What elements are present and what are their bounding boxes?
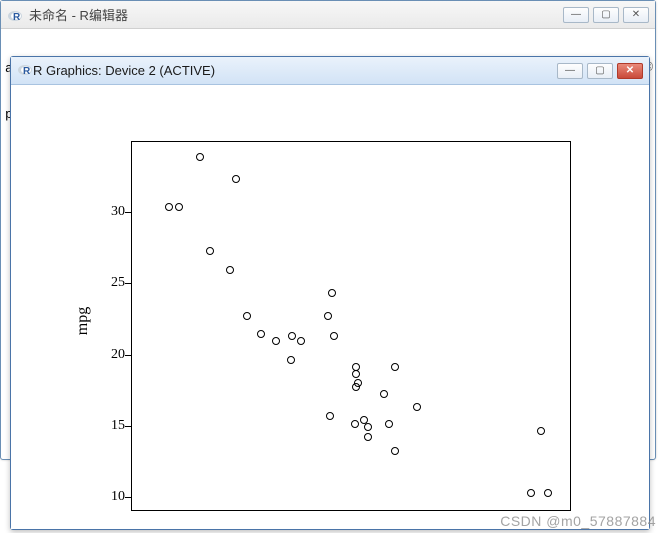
data-point (351, 420, 359, 428)
data-point (196, 153, 204, 161)
y-tick-mark (125, 355, 131, 356)
editor-maximize-button[interactable]: ▢ (593, 7, 619, 23)
plot-wrap: mpg 10 15 20 25 30 (61, 121, 591, 521)
close-icon: ✕ (632, 9, 640, 20)
graphics-titlebar[interactable]: R R Graphics: Device 2 (ACTIVE) — ▢ ✕ (11, 57, 649, 85)
data-point (165, 203, 173, 211)
y-tick-mark (125, 426, 131, 427)
graphics-window: R R Graphics: Device 2 (ACTIVE) — ▢ ✕ mp… (10, 56, 650, 530)
graphics-minimize-button[interactable]: — (557, 63, 583, 79)
y-tick-mark (125, 283, 131, 284)
data-point (352, 363, 360, 371)
data-point (324, 312, 332, 320)
y-tick-label: 25 (95, 275, 125, 291)
data-point (380, 390, 388, 398)
data-point (391, 447, 399, 455)
r-logo-icon: R (17, 61, 33, 80)
graphics-close-button[interactable]: ✕ (617, 63, 643, 79)
y-axis-label: mpg (74, 307, 92, 335)
data-point (226, 266, 234, 274)
maximize-icon: ▢ (595, 65, 604, 76)
data-point (257, 330, 265, 338)
r-logo-icon: R (7, 7, 23, 23)
plot-box (131, 141, 571, 511)
data-point (544, 489, 552, 497)
data-point (272, 337, 280, 345)
editor-titlebar[interactable]: R 未命名 - R编辑器 — ▢ ✕ (1, 1, 655, 29)
maximize-icon: ▢ (601, 9, 610, 20)
data-point (385, 420, 393, 428)
y-tick-label: 30 (95, 204, 125, 220)
data-point (328, 289, 336, 297)
close-icon: ✕ (626, 65, 634, 76)
data-point (330, 332, 338, 340)
svg-text:R: R (23, 66, 31, 77)
y-tick-mark (125, 497, 131, 498)
y-tick-label: 20 (95, 347, 125, 363)
data-point (287, 356, 295, 364)
graphics-title: R Graphics: Device 2 (ACTIVE) (33, 63, 215, 78)
editor-minimize-button[interactable]: — (563, 7, 589, 23)
data-point (527, 489, 535, 497)
graphics-body: mpg 10 15 20 25 30 (11, 85, 649, 529)
y-tick-label: 15 (95, 418, 125, 434)
data-point (537, 427, 545, 435)
data-point (232, 175, 240, 183)
editor-title: 未命名 - R编辑器 (29, 5, 128, 24)
data-point (352, 383, 360, 391)
data-point (297, 337, 305, 345)
watermark-text: CSDN @m0_57887884 (500, 513, 656, 529)
svg-text:R: R (13, 12, 21, 23)
data-point (326, 412, 334, 420)
editor-close-button[interactable]: ✕ (623, 7, 649, 23)
data-point (243, 312, 251, 320)
data-point (413, 403, 421, 411)
minimize-icon: — (565, 65, 575, 76)
data-point (175, 203, 183, 211)
graphics-maximize-button[interactable]: ▢ (587, 63, 613, 79)
data-point (364, 423, 372, 431)
y-tick-label: 10 (95, 489, 125, 505)
y-tick-mark (125, 212, 131, 213)
minimize-icon: — (571, 9, 581, 20)
data-point (352, 370, 360, 378)
data-point (364, 433, 372, 441)
data-point (206, 247, 214, 255)
data-point (288, 332, 296, 340)
data-point (391, 363, 399, 371)
